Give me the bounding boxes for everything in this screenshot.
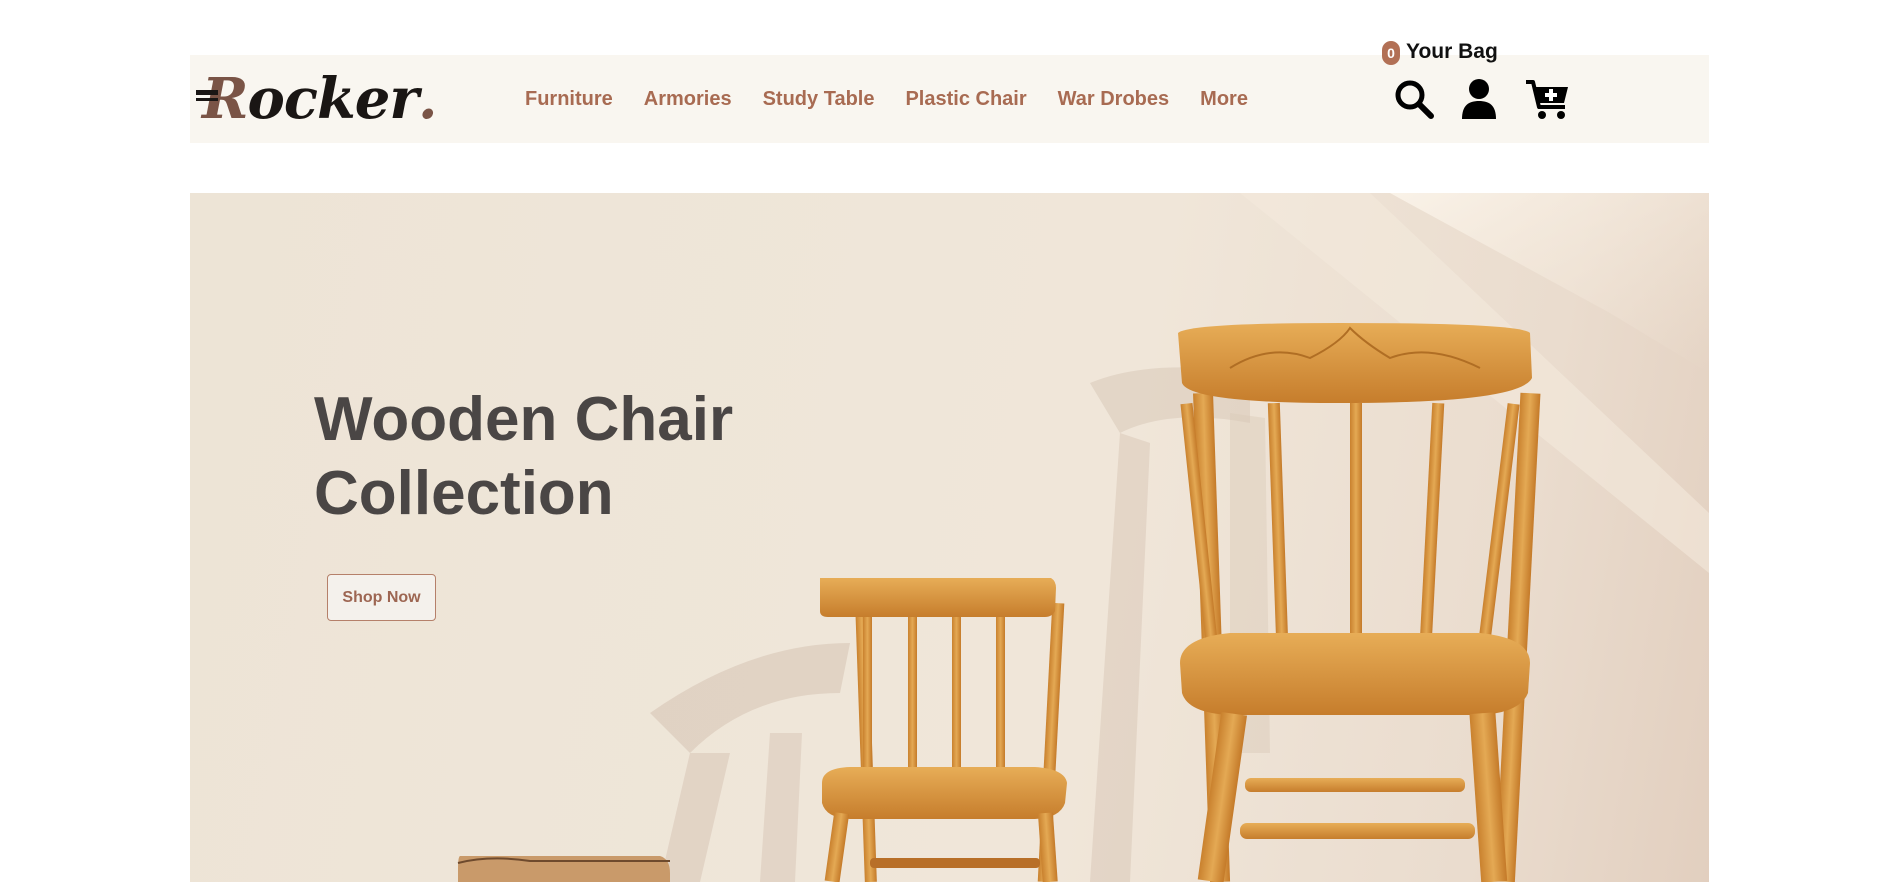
chairs-image — [457, 323, 1541, 882]
small-chair — [820, 578, 1067, 882]
nav-item-armories[interactable]: Armories — [644, 88, 732, 111]
logo-dot: . — [417, 66, 437, 132]
logo[interactable]: R ocker . — [196, 63, 437, 135]
cart-button[interactable] — [1525, 77, 1571, 121]
nav-item-more[interactable]: More — [1200, 88, 1248, 111]
account-button[interactable] — [1459, 78, 1499, 120]
nav-item-study-table[interactable]: Study Table — [763, 88, 875, 111]
header-icons — [1393, 55, 1571, 143]
nav-item-furniture[interactable]: Furniture — [525, 88, 613, 111]
search-button[interactable] — [1393, 78, 1435, 120]
cart-count-badge: 0 — [1382, 41, 1400, 65]
logo-text: ocker — [247, 66, 419, 132]
user-icon — [1462, 79, 1496, 119]
nav-item-war-drobes[interactable]: War Drobes — [1058, 88, 1170, 111]
main-nav: Furniture Armories Study Table Plastic C… — [525, 55, 1279, 143]
search-icon — [1395, 80, 1434, 119]
logo-lead-letter: R — [196, 66, 249, 132]
large-chair — [1178, 323, 1541, 882]
your-bag-label[interactable]: Your Bag — [1406, 40, 1498, 64]
nav-item-plastic-chair[interactable]: Plastic Chair — [905, 88, 1026, 111]
hero-banner: Wooden Chair Collection Shop Now — [190, 193, 1709, 882]
cart-plus-icon — [1526, 80, 1568, 119]
book-box — [457, 856, 670, 882]
